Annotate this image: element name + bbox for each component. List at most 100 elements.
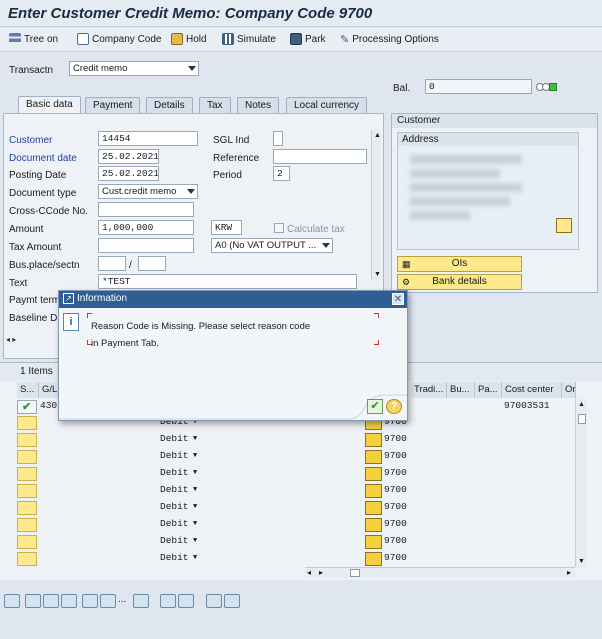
chevron-down-icon[interactable]: ▼ <box>193 503 197 511</box>
simulate-button[interactable]: Simulate <box>222 33 276 45</box>
scroll-up-icon[interactable]: ▲ <box>578 401 585 408</box>
company-code-cell[interactable]: 9700 <box>384 535 407 546</box>
cross-ccode-field[interactable] <box>98 202 194 217</box>
column-header-partner[interactable]: Pa... <box>475 382 502 398</box>
company-code-cell[interactable]: 9700 <box>384 552 407 563</box>
total-icon[interactable] <box>206 594 222 608</box>
company-code-button[interactable]: Company Code <box>77 33 161 45</box>
table-row[interactable]: Debit ▼ 9700 <box>0 466 588 482</box>
column-header-order[interactable]: Or <box>562 382 576 398</box>
row-selector[interactable] <box>17 518 37 532</box>
debit-credit-cell[interactable]: Debit <box>160 552 189 563</box>
column-header-cost-center[interactable]: Cost center <box>502 382 562 398</box>
tree-on-button[interactable]: Tree on <box>9 33 58 45</box>
edit-icon[interactable] <box>365 450 382 464</box>
company-code-cell[interactable]: 9700 <box>384 467 407 478</box>
table-row[interactable]: Debit ▼ 9700 <box>0 517 588 533</box>
scroll-down-icon[interactable]: ▼ <box>578 558 585 565</box>
close-icon[interactable]: ✕ <box>392 293 404 305</box>
company-code-cell[interactable]: 9700 <box>384 450 407 461</box>
row-selector[interactable] <box>17 433 37 447</box>
text-field[interactable]: *TEST <box>98 274 357 289</box>
details-icon[interactable] <box>4 594 20 608</box>
business-place-field[interactable] <box>98 256 126 271</box>
scroll-right-end-icon[interactable]: ▸ <box>567 568 571 577</box>
company-code-cell[interactable]: 9700 <box>384 518 407 529</box>
currency-field[interactable]: KRW <box>211 220 242 235</box>
scroll-down-icon[interactable]: ▼ <box>374 271 381 278</box>
row-selector[interactable] <box>17 535 37 549</box>
tab-notes[interactable]: Notes <box>237 97 280 113</box>
grid-horizontal-scrollbar[interactable]: ◂ ▸ ▸ <box>305 567 575 578</box>
tax-amount-field[interactable] <box>98 238 194 253</box>
paste-icon[interactable] <box>178 594 194 608</box>
chevron-down-icon[interactable]: ▼ <box>193 554 197 562</box>
open-items-button[interactable]: ▦ OIs <box>397 256 522 272</box>
debit-credit-cell[interactable]: Debit <box>160 433 189 444</box>
edit-icon[interactable] <box>365 433 382 447</box>
row-selector[interactable] <box>17 552 37 566</box>
edit-icon[interactable] <box>365 518 382 532</box>
debit-credit-cell[interactable]: Debit <box>160 535 189 546</box>
row-selector[interactable] <box>17 484 37 498</box>
panel-scroll-arrows[interactable]: ◂ ▸ <box>6 335 36 345</box>
tax-code-select[interactable]: A0 (No VAT OUTPUT ... <box>211 238 333 253</box>
more-options-icon[interactable]: ... <box>118 594 126 605</box>
posting-date-field[interactable]: 25.02.2021 <box>98 166 159 181</box>
company-code-cell[interactable]: 9700 <box>384 501 407 512</box>
edit-icon[interactable] <box>365 484 382 498</box>
processing-options-button[interactable]: ✎ Processing Options <box>340 33 439 46</box>
chevron-down-icon[interactable]: ▼ <box>193 520 197 528</box>
park-button[interactable]: Park <box>290 33 326 45</box>
edit-icon[interactable] <box>365 552 382 566</box>
column-header-status[interactable]: S... <box>17 382 39 398</box>
row-status-cell[interactable]: ✔ <box>17 400 37 414</box>
document-type-select[interactable]: Cust.credit memo <box>98 184 198 199</box>
calculate-tax-checkbox[interactable] <box>274 223 284 233</box>
chevron-down-icon[interactable]: ▼ <box>193 486 197 494</box>
delete-row-icon[interactable] <box>133 594 149 608</box>
copy-row-icon[interactable] <box>100 594 116 608</box>
table-row[interactable]: Debit ▼ 9700 <box>0 551 588 567</box>
hold-button[interactable]: Hold <box>171 33 207 45</box>
transaction-select[interactable]: Credit memo <box>69 61 199 76</box>
subtotal-icon[interactable] <box>224 594 240 608</box>
scroll-thumb[interactable] <box>578 414 586 424</box>
sort-descending-icon[interactable] <box>43 594 59 608</box>
chevron-down-icon[interactable]: ▼ <box>193 435 197 443</box>
section-field[interactable] <box>138 256 166 271</box>
filter-icon[interactable] <box>61 594 77 608</box>
chevron-down-icon[interactable]: ▼ <box>193 537 197 545</box>
edit-icon[interactable] <box>365 535 382 549</box>
table-row[interactable]: Debit ▼ 9700 <box>0 534 588 550</box>
sgl-ind-field[interactable] <box>273 131 283 146</box>
sort-ascending-icon[interactable] <box>25 594 41 608</box>
copy-icon[interactable] <box>160 594 176 608</box>
document-date-field[interactable]: 25.02.2021 <box>98 149 159 164</box>
column-header-trading[interactable]: Tradi... <box>411 382 447 398</box>
amount-field[interactable]: 1,000,000 <box>98 220 194 235</box>
tab-local-currency[interactable]: Local currency <box>286 97 368 113</box>
debit-credit-cell[interactable]: Debit <box>160 467 189 478</box>
chevron-down-icon[interactable]: ▼ <box>193 469 197 477</box>
scroll-left-icon[interactable]: ◂ <box>307 568 311 577</box>
edit-icon[interactable] <box>365 467 382 481</box>
bank-details-button[interactable]: ⚙ Bank details <box>397 274 522 290</box>
scroll-right-icon[interactable]: ▸ <box>319 568 323 577</box>
reference-field[interactable] <box>273 149 367 164</box>
debit-credit-cell[interactable]: Debit <box>160 501 189 512</box>
company-code-cell[interactable]: 9700 <box>384 484 407 495</box>
tab-details[interactable]: Details <box>146 97 193 113</box>
table-row[interactable]: Debit ▼ 9700 <box>0 449 588 465</box>
panel-scrollbar[interactable]: ▲ ▼ <box>371 130 381 280</box>
debit-credit-cell[interactable]: Debit <box>160 518 189 529</box>
row-selector[interactable] <box>17 501 37 515</box>
row-selector[interactable] <box>17 416 37 430</box>
table-row[interactable]: Debit ▼ 9700 <box>0 483 588 499</box>
row-selector[interactable] <box>17 450 37 464</box>
company-code-cell[interactable]: 9700 <box>384 433 407 444</box>
insert-row-icon[interactable] <box>82 594 98 608</box>
chevron-down-icon[interactable]: ▼ <box>193 452 197 460</box>
customer-field[interactable]: 14454 <box>98 131 198 146</box>
grid-vertical-scrollbar[interactable]: ▲ ▼ <box>575 399 587 567</box>
